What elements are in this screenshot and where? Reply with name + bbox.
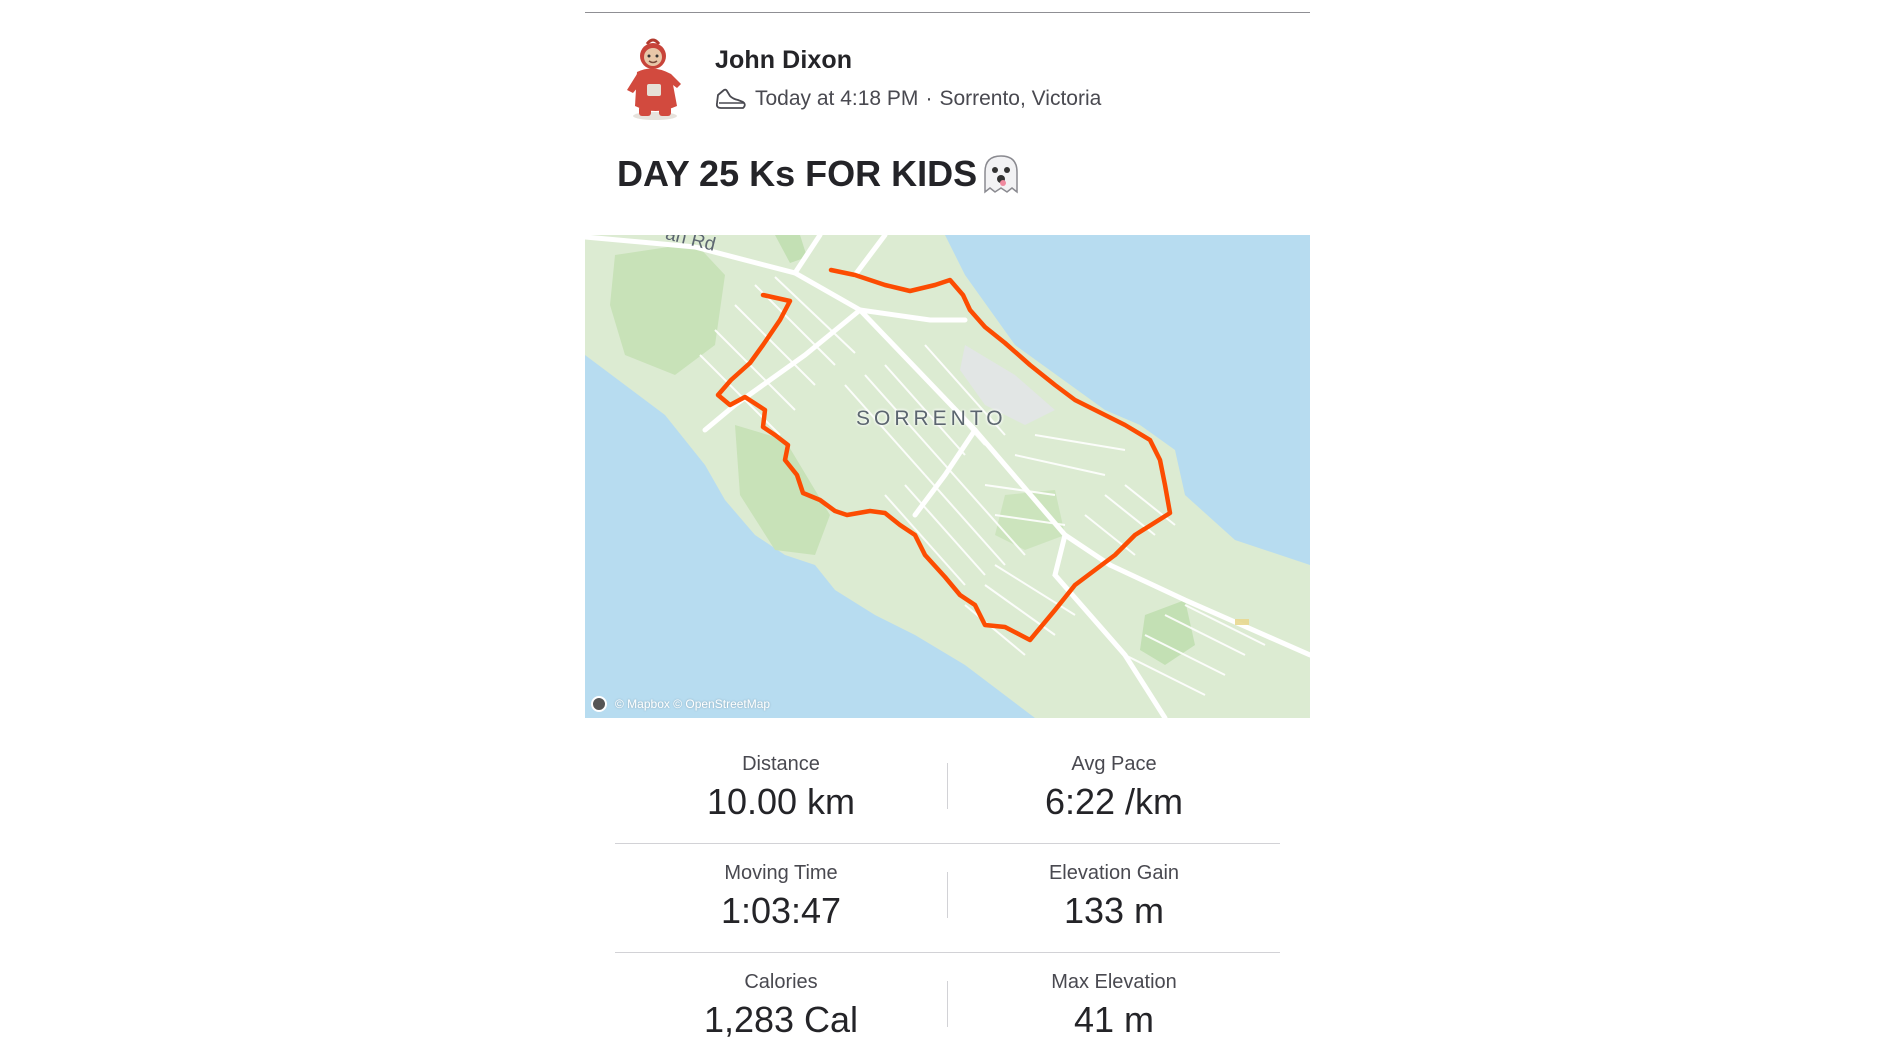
activity-location: Sorrento, Victoria: [939, 87, 1102, 110]
stats-row: Distance 10.00 km Avg Pace 6:22 /km: [615, 735, 1280, 844]
top-divider: [585, 12, 1310, 13]
stat-value: 41 m: [1073, 999, 1155, 1040]
map-attribution-text: © Mapbox © OpenStreetMap: [615, 697, 771, 711]
stat-label: Max Elevation: [1051, 971, 1177, 993]
ghost-icon: [984, 155, 1018, 194]
stat-calories: Calories 1,283 Cal: [615, 969, 947, 1041]
stats-row: Moving Time 1:03:47 Elevation Gain 133 m: [615, 844, 1280, 953]
stat-value: 1,283 Cal: [703, 999, 859, 1040]
shoe-icon: [715, 88, 746, 109]
mapbox-logo-icon: [591, 696, 607, 712]
stats-row: Calories 1,283 Cal Max Elevation 41 m: [615, 953, 1280, 1061]
activity-stats: Distance 10.00 km Avg Pace 6:22 /km Movi…: [615, 735, 1280, 1061]
athlete-name[interactable]: John Dixon: [715, 46, 852, 75]
map-attribution[interactable]: © Mapbox © OpenStreetMap: [591, 696, 770, 712]
stat-label: Elevation Gain: [1048, 862, 1180, 884]
stat-label: Avg Pace: [1071, 753, 1157, 775]
teletubby-avatar-icon: [627, 38, 681, 120]
activity-title[interactable]: DAY 25 Ks FOR KIDS: [617, 152, 1023, 196]
stat-value: 1:03:47: [720, 890, 842, 931]
stat-elevation-gain: Elevation Gain 133 m: [948, 860, 1280, 932]
stat-distance: Distance 10.00 km: [615, 751, 947, 823]
stat-label: Distance: [742, 753, 820, 775]
activity-card: John Dixon Today at 4:18 PM · Sorrento, …: [585, 0, 1310, 1057]
stat-label: Calories: [744, 971, 818, 993]
activity-header: John Dixon Today at 4:18 PM · Sorrento, …: [617, 38, 1297, 128]
map-canvas: [585, 235, 1310, 718]
stat-avg-pace: Avg Pace 6:22 /km: [948, 751, 1280, 823]
stat-label: Moving Time: [724, 862, 838, 884]
route-map[interactable]: an Rd SORRENTO © Mapbox © OpenStreetMap: [585, 235, 1310, 718]
stat-max-elevation: Max Elevation 41 m: [948, 969, 1280, 1041]
activity-meta: Today at 4:18 PM · Sorrento, Victoria: [715, 84, 1101, 114]
stat-value: 10.00 km: [706, 781, 856, 822]
stat-value: 133 m: [1063, 890, 1165, 931]
avatar[interactable]: [617, 38, 697, 122]
activity-title-text: DAY 25 Ks FOR KIDS: [617, 153, 978, 194]
stat-value: 6:22 /km: [1044, 781, 1184, 822]
stat-moving-time: Moving Time 1:03:47: [615, 860, 947, 932]
activity-timestamp: Today at 4:18 PM: [755, 87, 919, 110]
meta-separator: ·: [925, 87, 933, 110]
map-place-label: SORRENTO: [856, 407, 1007, 430]
